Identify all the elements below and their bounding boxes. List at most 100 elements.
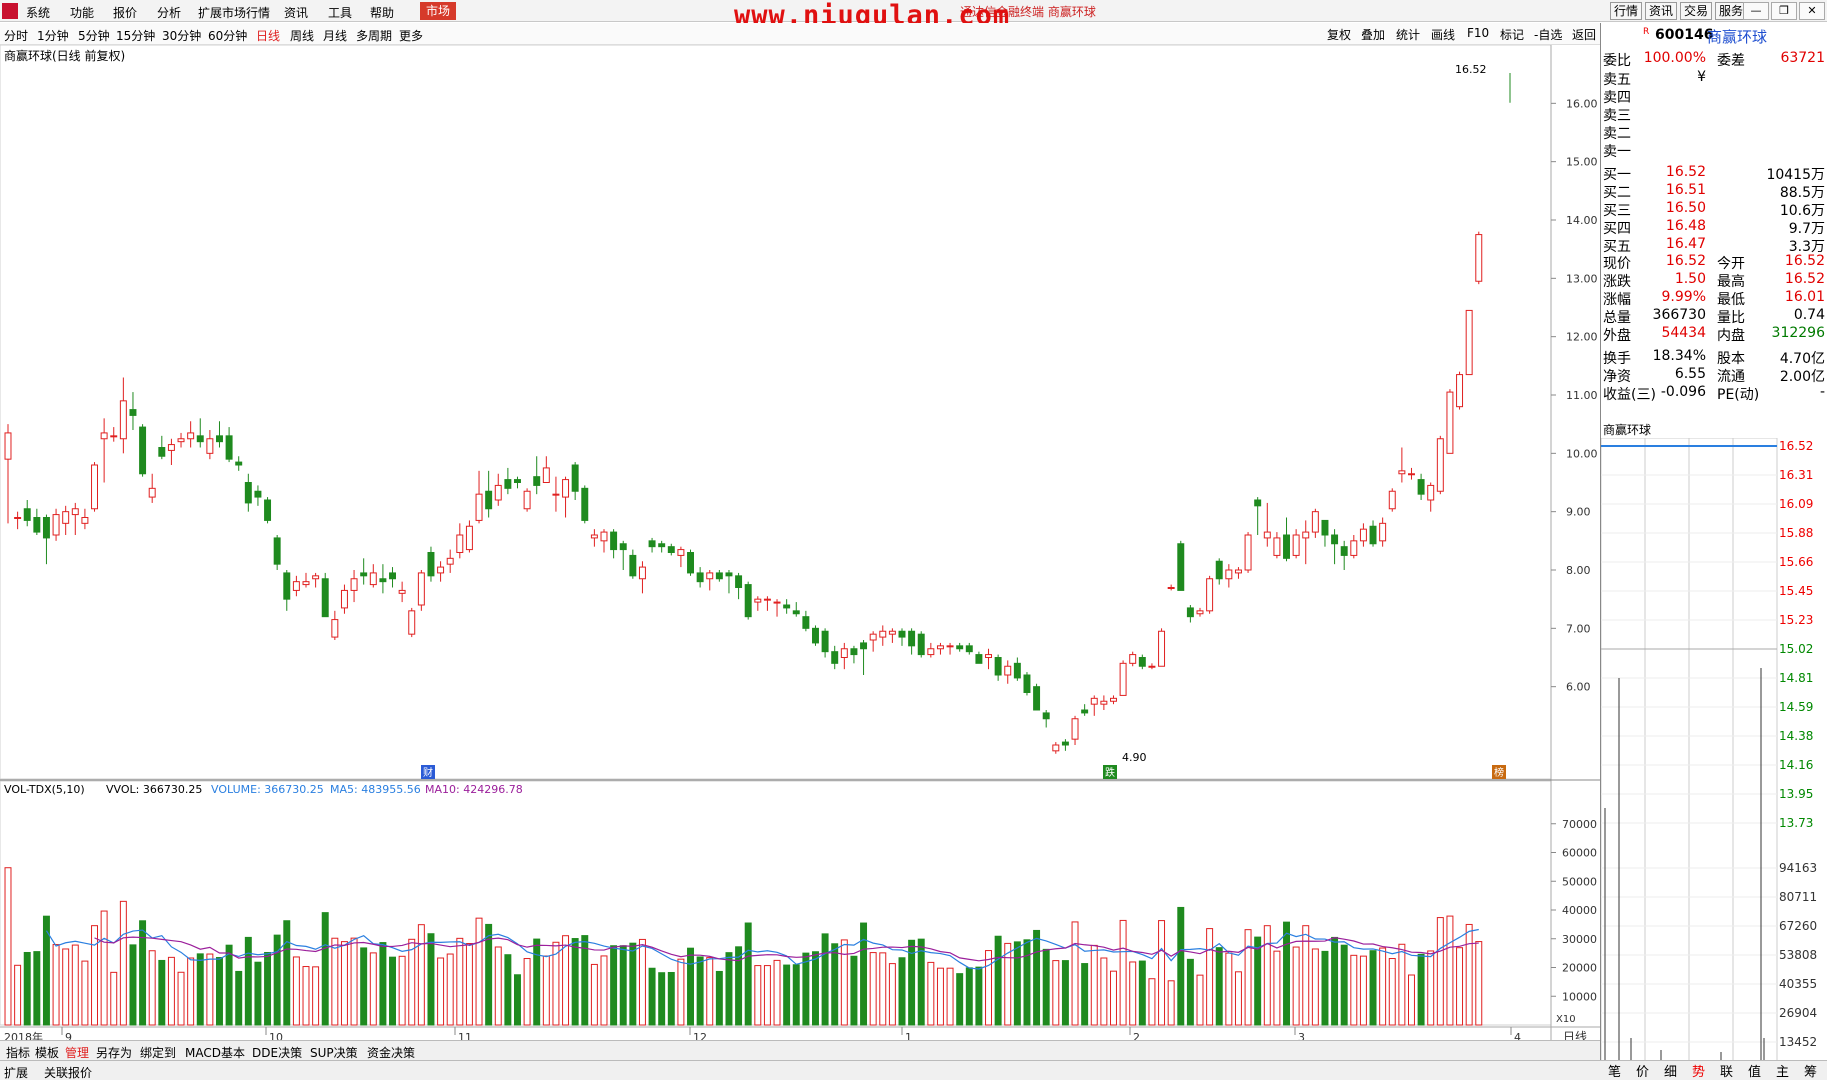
wei-bi-row-a: 委比 [1603, 53, 1631, 69]
back-button[interactable]: 返回 [1572, 26, 1596, 43]
buy-row: 买三 16.50 10.6万 [1601, 200, 1827, 219]
volume-bar [158, 959, 166, 1026]
period-multi[interactable]: 多周期 [356, 27, 392, 44]
stat-row-b: 16.52 [1665, 253, 1706, 269]
candle-body [571, 464, 579, 492]
tab-fund[interactable]: 资金决策 [365, 1044, 417, 1061]
side-tab-trend[interactable]: 势 [1692, 1061, 1705, 1080]
side-tab-link[interactable]: 联 [1720, 1061, 1733, 1080]
volume-bar [965, 967, 973, 1026]
f10-button[interactable]: F10 [1467, 26, 1489, 40]
buy-row: 买四 16.48 9.7万 [1601, 218, 1827, 237]
nav-quote-button[interactable]: 行情 [1610, 2, 1643, 20]
period-30min[interactable]: 30分钟 [162, 27, 201, 44]
chart-area[interactable]: 16.00 15.00 14.00 13.00 12.00 11.00 10.00 9.00 8… [0, 44, 1600, 1050]
nav-news-button[interactable]: 资讯 [1645, 2, 1678, 20]
stat-row-d: 16.52 [1784, 253, 1825, 269]
restore-icon[interactable]: ❐ [1771, 2, 1797, 20]
volume-bar [1148, 978, 1156, 1026]
stat2-row-b: -0.096 [1660, 384, 1706, 400]
mini-vol-label: 53808 [1779, 948, 1817, 962]
volume-bar [177, 971, 185, 1026]
volume-bar [379, 942, 387, 1026]
buy-row-d: 10415万 [1766, 167, 1825, 183]
period-monthly[interactable]: 月线 [323, 27, 347, 44]
side-tab-chips[interactable]: 筹 [1804, 1061, 1817, 1080]
volume-bar [946, 967, 954, 1026]
mini-price-label: 15.88 [1779, 526, 1813, 540]
menu-item-analysis[interactable]: 分析 [157, 4, 181, 21]
overlay-button[interactable]: 叠加 [1361, 26, 1385, 43]
menu-item-function[interactable]: 功能 [70, 4, 94, 21]
volume-bar [129, 944, 137, 1026]
mark-button[interactable]: 标记 [1500, 26, 1524, 43]
stat2-row-c: PE(动) [1717, 387, 1760, 403]
tab-bind[interactable]: 绑定到 [138, 1044, 178, 1061]
vol-indicator-name[interactable]: VOL-TDX(5,10) [4, 783, 85, 796]
volume-bar [244, 936, 252, 1026]
tab-template[interactable]: 模板 [33, 1044, 61, 1061]
menu-item-tools[interactable]: 工具 [328, 4, 352, 21]
close-icon[interactable]: ✕ [1799, 2, 1825, 20]
mini-price-label: 14.38 [1779, 729, 1813, 743]
period-timeshare[interactable]: 分时 [4, 27, 28, 44]
tab-manage[interactable]: 管理 [63, 1044, 91, 1061]
period-1min[interactable]: 1分钟 [37, 27, 69, 44]
side-tab-value[interactable]: 值 [1748, 1061, 1761, 1080]
menu-item-quote[interactable]: 报价 [113, 4, 137, 21]
menu-item-market[interactable]: 市场 [420, 2, 457, 20]
volume-bar [1071, 921, 1079, 1026]
tab-dde[interactable]: DDE决策 [250, 1044, 304, 1061]
candle-body [302, 581, 310, 586]
candle-body [1427, 484, 1435, 501]
candle-body [1234, 569, 1242, 574]
menu-item-news[interactable]: 资讯 [284, 4, 308, 21]
tab-extend[interactable]: 扩展 [4, 1064, 28, 1081]
menu-item-help[interactable]: 帮助 [370, 4, 394, 21]
tab-save-as[interactable]: 另存为 [94, 1044, 134, 1061]
tab-related-quotes[interactable]: 关联报价 [44, 1064, 92, 1081]
candle-body [350, 578, 358, 591]
period-more[interactable]: 更多 [399, 27, 423, 44]
tab-sup[interactable]: SUP决策 [308, 1044, 360, 1061]
stat-row-a: 现价 [1603, 256, 1631, 272]
candle-body [254, 490, 262, 498]
nav-trade-button[interactable]: 交易 [1680, 2, 1713, 20]
event-marker-label: 跌 [1105, 766, 1115, 779]
drawline-button[interactable]: 画线 [1431, 26, 1455, 43]
mini-price-label: 13.73 [1779, 816, 1813, 830]
period-daily[interactable]: 日线 [256, 27, 280, 44]
side-tab-price[interactable]: 价 [1636, 1061, 1649, 1080]
intraday-mini-chart[interactable]: 16.52 16.31 16.09 15.88 15.66 15.45 15.23 15.02… [1601, 438, 1827, 1068]
volume-bar [312, 966, 320, 1026]
side-tab-detail[interactable]: 细 [1664, 1061, 1677, 1080]
volume-bar [917, 938, 925, 1026]
candle-body [754, 598, 762, 603]
side-tab-bi[interactable]: 笔 [1608, 1061, 1621, 1080]
candle-body [812, 627, 819, 644]
volume-bar [235, 970, 243, 1026]
adjust-button[interactable]: 复权 [1327, 26, 1351, 43]
candle-body [408, 610, 416, 635]
volume-bar [956, 973, 964, 1026]
period-15min[interactable]: 15分钟 [116, 27, 155, 44]
tab-indicator[interactable]: 指标 [4, 1044, 32, 1061]
candle-body [235, 461, 243, 466]
period-weekly[interactable]: 周线 [290, 27, 314, 44]
stats-button[interactable]: 统计 [1396, 26, 1420, 43]
tab-macd[interactable]: MACD基本 [183, 1044, 247, 1061]
candle-body [244, 482, 252, 504]
period-60min[interactable]: 60分钟 [208, 27, 247, 44]
period-5min[interactable]: 5分钟 [78, 27, 110, 44]
volume-bar [514, 974, 521, 1026]
menu-item-ext-market[interactable]: 扩展市场行情 [198, 4, 270, 21]
candle-body [283, 572, 291, 600]
side-tab-main[interactable]: 主 [1776, 1061, 1789, 1080]
volume-bar [62, 948, 70, 1026]
minimize-icon[interactable]: — [1743, 2, 1769, 20]
candlestick-chart[interactable]: 16.00 15.00 14.00 13.00 12.00 11.00 10.00 9.00 8… [0, 44, 1600, 1050]
menu-item-system[interactable]: 系统 [26, 4, 50, 21]
candle-body [1350, 540, 1358, 556]
volume-bar [456, 937, 464, 1026]
favorite-button[interactable]: -自选 [1534, 26, 1562, 43]
